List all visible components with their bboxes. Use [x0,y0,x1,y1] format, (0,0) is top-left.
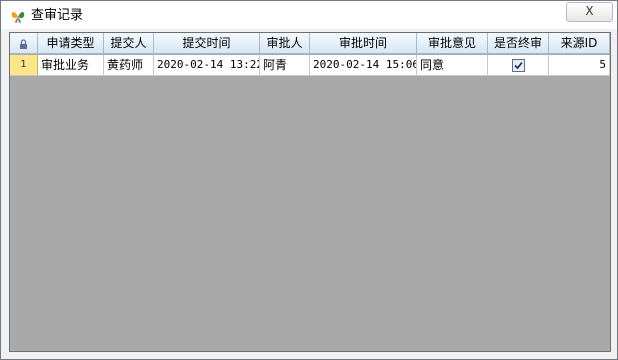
cell-source-id[interactable]: 5 [549,55,610,76]
check-mark-icon [513,61,523,70]
cell-is-final[interactable] [488,55,549,76]
column-header-source-id[interactable]: 来源ID [549,33,610,54]
close-button[interactable]: X [566,2,613,22]
column-header-is-final[interactable]: 是否终审 [488,33,549,54]
column-header-lock[interactable] [10,33,38,54]
window-title: 查审记录 [31,8,84,23]
cell-submitter[interactable]: 黄药师 [104,55,154,76]
cell-opinion[interactable]: 同意 [417,55,488,76]
column-header-approve-time[interactable]: 审批时间 [310,33,417,54]
cell-approve-time[interactable]: 2020-02-14 15:06 [310,55,417,76]
dialog-window: 查审记录 X 申请类型 提交人 提交时间 审批人 审批时间 审批意见 是否终审 … [0,0,618,360]
column-header-opinion[interactable]: 审批意见 [417,33,488,54]
cell-apply-type[interactable]: 审批业务 [38,55,104,76]
close-icon: X [585,4,594,18]
cell-approver[interactable]: 阿青 [260,55,310,76]
column-header-submit-time[interactable]: 提交时间 [154,33,260,54]
column-header-submitter[interactable]: 提交人 [104,33,154,54]
row-number[interactable]: 1 [10,55,38,76]
butterfly-logo-icon [10,8,26,24]
final-review-checkbox[interactable] [511,59,525,72]
column-header-approver[interactable]: 审批人 [260,33,310,54]
title-bar[interactable]: 查审记录 X [1,1,617,29]
column-header-apply-type[interactable]: 申请类型 [38,33,104,54]
lock-icon [19,36,28,53]
cell-submit-time[interactable]: 2020-02-14 13:22 [154,55,260,76]
records-grid[interactable]: 申请类型 提交人 提交时间 审批人 审批时间 审批意见 是否终审 来源ID 1 … [9,32,611,352]
